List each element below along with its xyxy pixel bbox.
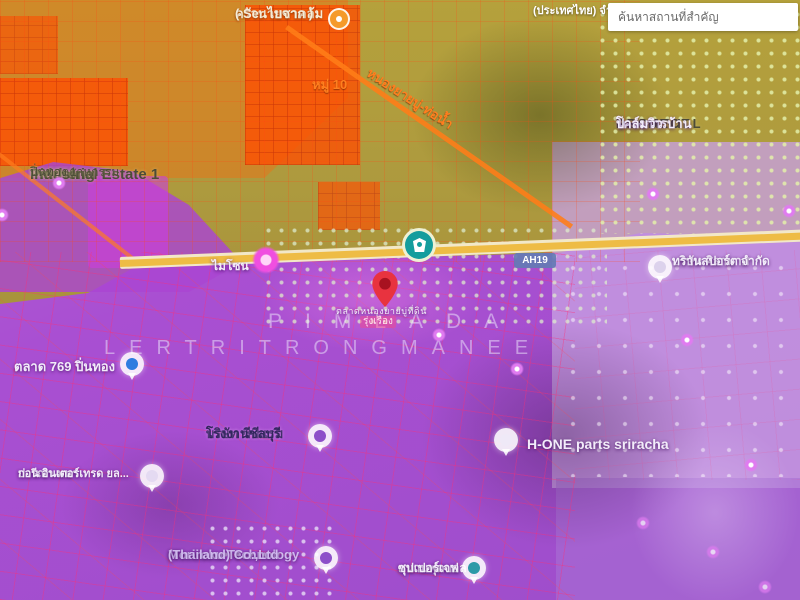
restaurant-pin-icon[interactable] <box>328 8 350 30</box>
poi-glow-dot[interactable] <box>782 204 796 218</box>
poi-label-h-one-parts[interactable]: H-ONE parts sriracha <box>527 436 669 452</box>
poi-glow-dot[interactable] <box>52 176 66 190</box>
road-label-moo10: หมู่ 10 <box>312 78 347 93</box>
poi-glow-dot[interactable] <box>646 187 660 201</box>
poi-text: กอน อินเตอร์เทรด ยล... <box>18 468 129 481</box>
poi-glow-dot[interactable] <box>510 362 524 376</box>
poi-glow-dot[interactable] <box>744 458 758 472</box>
marker-label: ตลาดหนองยายบู่ที่ดิน <box>336 306 427 316</box>
poi-text: ซุปเปอร์เจฟ <box>398 562 459 576</box>
poi-glow-dot[interactable] <box>680 333 694 347</box>
shield-glyph <box>413 238 426 252</box>
poi-text: โรงงานชลบุรี <box>206 427 281 442</box>
selected-location-marker-icon[interactable] <box>372 271 398 307</box>
map-canvas[interactable]: PIMLADA LERTRITRONGMANEE หมู่ 10 หนองยาย… <box>0 0 800 600</box>
pin-dot <box>126 358 138 370</box>
poi-pin-icon[interactable] <box>314 546 338 570</box>
poi-pin-icon[interactable] <box>308 424 332 448</box>
pin-dot <box>654 261 666 273</box>
pin-dot <box>314 430 326 442</box>
pin-dot <box>500 434 512 446</box>
shield-dot <box>417 242 422 247</box>
poi-pin-icon[interactable] <box>462 556 486 580</box>
poi-text: ทรานสปอร์ต จำกัด <box>672 255 770 269</box>
pin-dot <box>146 470 158 482</box>
poi-text: ปาล์มวิว <box>616 117 663 132</box>
poi-pin-icon[interactable] <box>648 255 672 279</box>
poi-text: ( Ser ไบจาก ) <box>235 7 313 22</box>
poi-label-market-769-pinthong[interactable]: ตลาด 769 ปิ่นทอง <box>14 360 115 375</box>
marker-badge: รุ่งเรือง <box>360 316 396 328</box>
poi-pin-icon[interactable] <box>140 464 164 488</box>
search-input[interactable] <box>608 3 798 31</box>
poi-text: (Thailand) Co.,Ltd <box>168 548 278 563</box>
market-pin-icon[interactable] <box>120 352 144 376</box>
highlight-pin-icon[interactable] <box>252 246 280 274</box>
search-box <box>608 3 798 31</box>
poi-label-maizone[interactable]: ไมโซน <box>212 260 249 274</box>
cadastral-lines-overlay <box>0 0 640 262</box>
poi-glow-dot <box>758 580 772 594</box>
pin-dot <box>336 16 342 22</box>
poi-pin-icon[interactable] <box>494 428 518 452</box>
poi-glow-dot <box>636 516 650 530</box>
route-badge-ah19: AH19 <box>514 253 556 268</box>
poi-glow-dot[interactable] <box>432 328 446 342</box>
pin-dot <box>320 552 332 564</box>
pin-dot <box>468 562 480 574</box>
motorway-shield-icon[interactable] <box>402 228 436 262</box>
poi-glow-dot <box>706 545 720 559</box>
